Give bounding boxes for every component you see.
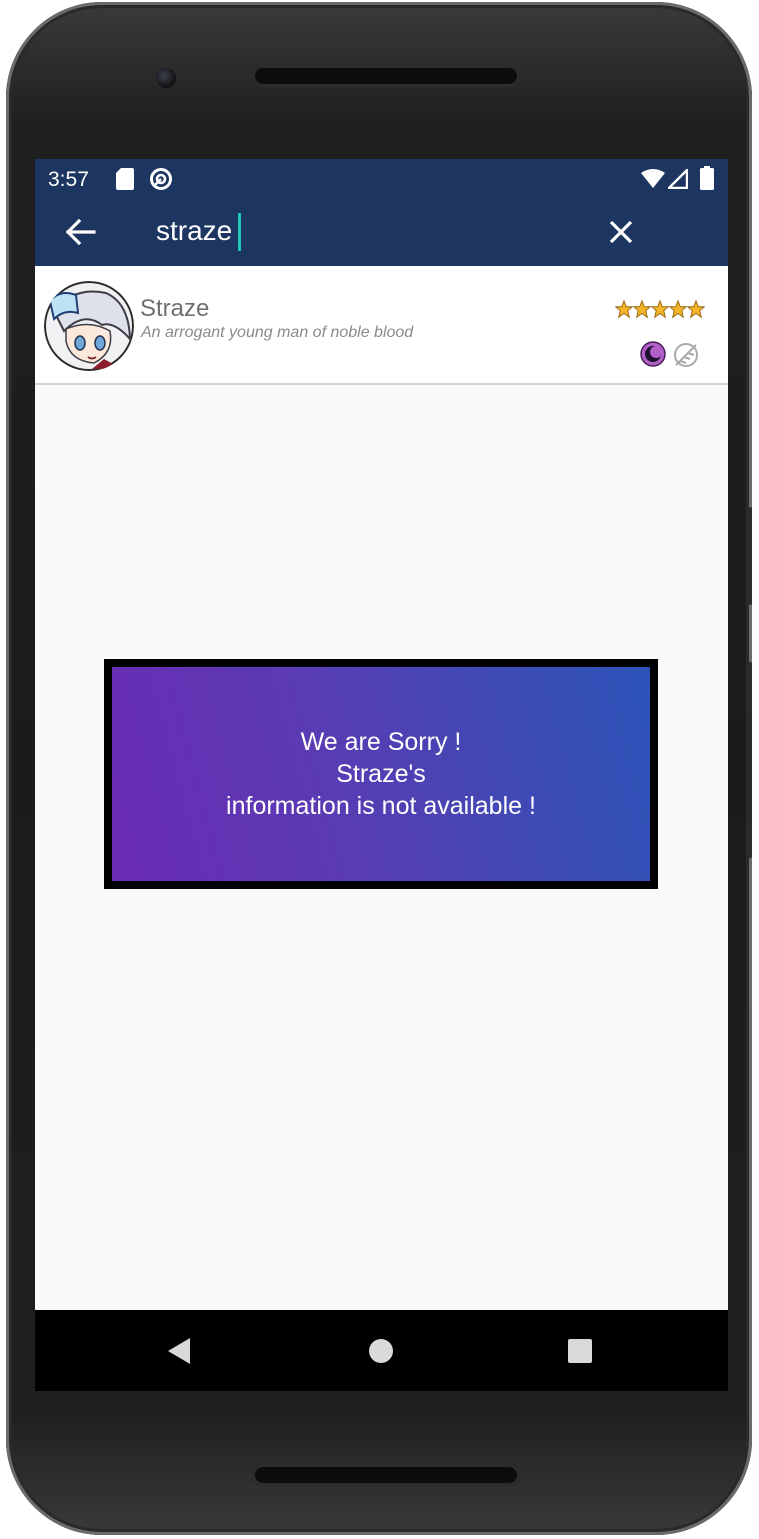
- bottom-speaker: [252, 1464, 520, 1486]
- dark-element-icon: [640, 341, 666, 367]
- front-camera: [156, 68, 176, 88]
- search-result-item[interactable]: Straze An arrogant young man of noble bl…: [35, 266, 728, 385]
- hero-name: Straze: [140, 295, 210, 322]
- hero-type-icons: [640, 341, 700, 369]
- hero-avatar: [44, 281, 134, 371]
- star-rating: [615, 298, 705, 320]
- text-cursor: [238, 213, 241, 251]
- star-icon: [669, 299, 687, 319]
- back-arrow-icon[interactable]: [66, 219, 96, 245]
- unavailable-message-box: We are Sorry ! Straze's information is n…: [104, 659, 658, 889]
- volume-button: [746, 662, 752, 858]
- clear-search-icon[interactable]: [609, 220, 633, 244]
- class-emblem-icon: [674, 343, 698, 367]
- message-line-2: Straze's: [336, 760, 426, 788]
- top-speaker: [252, 65, 520, 87]
- message-line-3: information is not available !: [226, 792, 536, 820]
- star-icon: [633, 299, 651, 319]
- unavailable-message-panel: We are Sorry ! Straze's information is n…: [112, 667, 650, 881]
- search-toolbar: straze: [35, 199, 728, 266]
- battery-icon: [700, 166, 714, 190]
- back-nav-icon[interactable]: [167, 1337, 191, 1365]
- sync-icon: [150, 168, 172, 190]
- status-bar: 3:57: [35, 159, 728, 199]
- status-time: 3:57: [48, 168, 89, 191]
- navigation-bar: [35, 1310, 728, 1391]
- hero-description: An arrogant young man of noble blood: [141, 324, 414, 341]
- screen: 3:57 straze Straze An arrogant young man…: [35, 159, 728, 1391]
- star-icon: [687, 299, 705, 319]
- wifi-icon: [641, 169, 665, 188]
- cell-signal-icon: [668, 169, 688, 189]
- recents-nav-icon[interactable]: [567, 1338, 593, 1364]
- sd-card-icon: [116, 168, 134, 190]
- star-icon: [615, 299, 633, 319]
- star-icon: [651, 299, 669, 319]
- power-button: [746, 507, 752, 605]
- message-line-1: We are Sorry !: [300, 728, 462, 756]
- home-nav-icon[interactable]: [368, 1338, 394, 1364]
- search-input[interactable]: straze: [156, 215, 232, 247]
